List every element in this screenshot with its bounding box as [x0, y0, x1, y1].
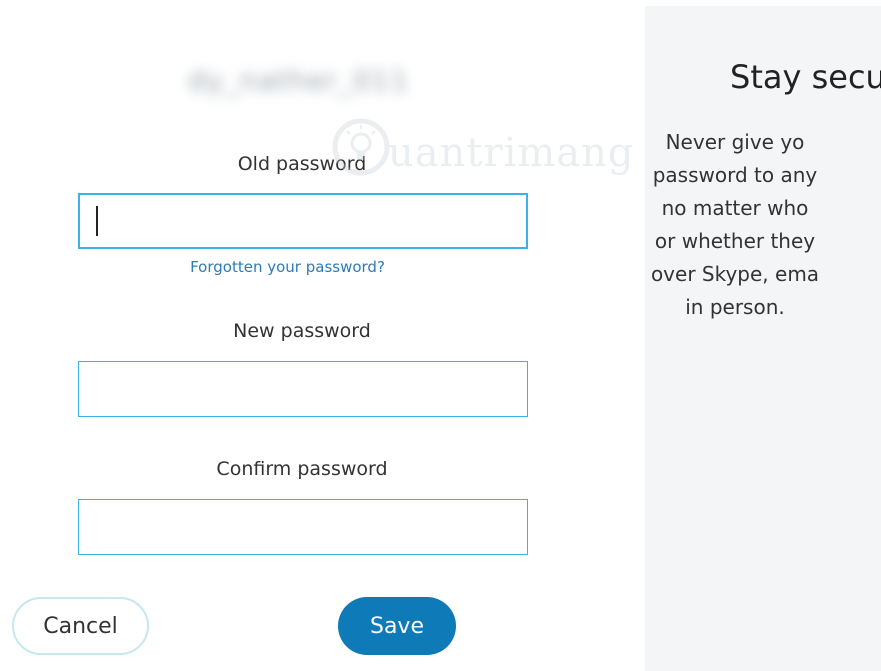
- confirm-password-input[interactable]: [78, 499, 528, 555]
- tip-line: or whether they: [654, 229, 816, 253]
- tip-line: no matter who: [661, 196, 809, 220]
- tip-line: Never give yo: [665, 130, 805, 154]
- confirm-password-label: Confirm password: [216, 458, 388, 480]
- save-button[interactable]: Save: [338, 597, 456, 655]
- tip-line: over Skype, ema: [650, 262, 820, 286]
- change-password-page: dy_nather_011 Old password Forgotten you…: [0, 0, 881, 671]
- security-tip-panel: Stay secur Never give yo password to any…: [645, 6, 881, 671]
- old-password-label: Old password: [237, 153, 367, 175]
- form-panel: dy_nather_011 Old password Forgotten you…: [0, 0, 645, 671]
- forgot-password-link[interactable]: Forgotten your password?: [0, 258, 575, 276]
- username-blurred: dy_nather_011: [188, 64, 410, 97]
- cancel-button[interactable]: Cancel: [12, 597, 149, 655]
- tip-text: Never give yo password to any no matter …: [645, 126, 881, 324]
- text-caret: [96, 206, 98, 236]
- old-password-input[interactable]: [78, 193, 528, 249]
- tip-title: Stay secur: [730, 58, 881, 96]
- tip-line: password to any: [652, 163, 818, 187]
- new-password-label: New password: [233, 320, 371, 342]
- new-password-input[interactable]: [78, 361, 528, 417]
- tip-line: in person.: [685, 295, 785, 319]
